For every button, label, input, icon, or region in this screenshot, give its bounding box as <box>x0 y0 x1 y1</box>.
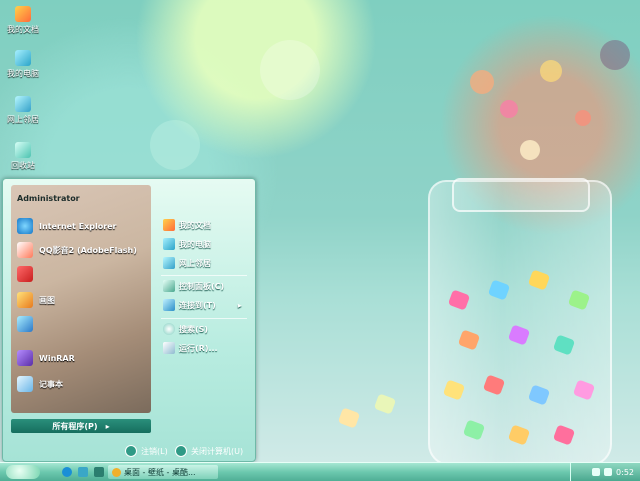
control-panel-icon <box>163 280 175 292</box>
program-qq-player[interactable]: QQ影音2 (AdobeFlash) <box>17 241 137 259</box>
wallpaper-bokeh <box>260 40 320 100</box>
my-documents-icon <box>163 219 175 231</box>
run-icon <box>163 342 175 354</box>
wallpaper-bokeh <box>150 120 200 170</box>
my-documents-icon <box>15 6 31 22</box>
program-label: Internet Explorer <box>39 221 117 231</box>
program-remote-desktop[interactable] <box>17 315 39 333</box>
browser-icon <box>112 467 121 477</box>
all-programs-label: 所有程序(P) <box>52 421 98 431</box>
taskbar-window-button[interactable]: 桌面 - 壁纸 - 桌酷... <box>108 465 218 479</box>
program-label: 画图 <box>39 295 55 305</box>
pinned-programs-panel: Administrator Internet Explorer QQ影音2 (A… <box>11 185 151 413</box>
start-item-label: 网上邻居 <box>179 258 211 268</box>
arrow-right-icon: ▸ <box>237 300 242 310</box>
winrar-icon <box>17 350 33 366</box>
my-computer-icon <box>163 238 175 250</box>
program-media[interactable] <box>17 265 39 283</box>
taskbar-window-label: 桌面 - 壁纸 - 桌酷... <box>124 467 196 477</box>
clock[interactable]: 0:52 <box>616 468 634 477</box>
wallpaper-bokeh <box>600 40 630 70</box>
shutdown-button[interactable]: 关闭计算机(U) <box>175 445 243 457</box>
start-item-my-computer[interactable]: 我的电脑 <box>163 236 211 252</box>
paint-icon <box>17 292 33 308</box>
menu-separator <box>161 318 247 319</box>
start-item-connect-to[interactable]: 连接到(T) ▸ <box>163 297 242 313</box>
wallpaper-bokeh <box>470 70 494 94</box>
logoff-icon <box>125 445 137 457</box>
start-item-label: 我的电脑 <box>179 239 211 249</box>
wallpaper-bokeh <box>520 140 540 160</box>
desktop-icon-label: 我的电脑 <box>7 69 39 78</box>
logoff-button[interactable]: 注销(L) <box>125 445 168 457</box>
volume-tray-icon[interactable] <box>604 468 613 476</box>
start-item-run[interactable]: 运行(R)... <box>163 340 218 356</box>
start-item-label: 我的文档 <box>179 220 211 230</box>
network-places-icon <box>15 96 31 112</box>
network-places-icon <box>163 257 175 269</box>
network-tray-icon[interactable] <box>592 468 601 476</box>
desktop-icon-network-places[interactable]: 网上邻居 <box>4 96 42 125</box>
wallpaper-bokeh <box>575 110 591 126</box>
qq-player-icon <box>17 242 33 258</box>
start-button[interactable] <box>6 465 40 479</box>
wallpaper-star <box>373 393 397 415</box>
desktop-icon-my-computer[interactable]: 我的电脑 <box>4 50 42 79</box>
start-menu: Administrator Internet Explorer QQ影音2 (A… <box>2 178 256 462</box>
program-winrar[interactable]: WinRAR <box>17 349 75 367</box>
start-item-label: 控制面板(C) <box>179 281 225 291</box>
user-name: Administrator <box>17 194 80 203</box>
ie-quicklaunch-icon[interactable] <box>62 467 72 477</box>
arrow-right-icon: ▸ <box>105 421 110 431</box>
logoff-label: 注销(L) <box>141 446 168 456</box>
system-tray: 0:52 <box>570 463 640 481</box>
start-item-control-panel[interactable]: 控制面板(C) <box>163 278 224 294</box>
start-item-label: 搜索(S) <box>179 324 209 334</box>
all-programs-button[interactable]: 所有程序(P) ▸ <box>11 419 151 433</box>
wallpaper-bokeh <box>540 60 562 82</box>
wallpaper-star <box>337 407 361 429</box>
program-label: 记事本 <box>39 379 63 389</box>
taskbar: 桌面 - 壁纸 - 桌酷... 0:52 <box>0 462 640 481</box>
program-label: QQ影音2 (AdobeFlash) <box>39 245 137 255</box>
desktop-quicklaunch-icon[interactable] <box>78 467 88 477</box>
wallpaper-jar <box>428 180 612 466</box>
media-icon <box>17 266 33 282</box>
recycle-bin-icon <box>15 142 31 158</box>
desktop-icon-label: 网上邻居 <box>7 115 39 124</box>
shutdown-label: 关闭计算机(U) <box>191 446 244 456</box>
program-notepad[interactable]: 记事本 <box>17 375 63 393</box>
menu-separator <box>161 275 247 276</box>
notepad-icon <box>17 376 33 392</box>
program-paint[interactable]: 画图 <box>17 291 55 309</box>
start-item-my-documents[interactable]: 我的文档 <box>163 217 211 233</box>
power-icon <box>175 445 187 457</box>
connect-icon <box>163 299 175 311</box>
start-item-label: 连接到(T) <box>179 300 216 310</box>
start-item-search[interactable]: 搜索(S) <box>163 321 208 337</box>
my-computer-icon <box>15 50 31 66</box>
media-quicklaunch-icon[interactable] <box>94 467 104 477</box>
start-item-network-places[interactable]: 网上邻居 <box>163 255 211 271</box>
desktop-icon-recycle-bin[interactable]: 回收站 <box>4 142 42 171</box>
desktop-icon-my-documents[interactable]: 我的文档 <box>4 6 42 35</box>
internet-explorer-icon <box>17 218 33 234</box>
start-item-label: 运行(R)... <box>179 343 218 353</box>
desktop-icon-label: 我的文档 <box>7 25 39 34</box>
wallpaper-bokeh <box>500 100 518 118</box>
program-internet-explorer[interactable]: Internet Explorer <box>17 217 117 235</box>
search-icon <box>163 323 175 335</box>
program-label: WinRAR <box>39 353 75 363</box>
remote-desktop-icon <box>17 316 33 332</box>
desktop-icon-label: 回收站 <box>11 161 35 170</box>
